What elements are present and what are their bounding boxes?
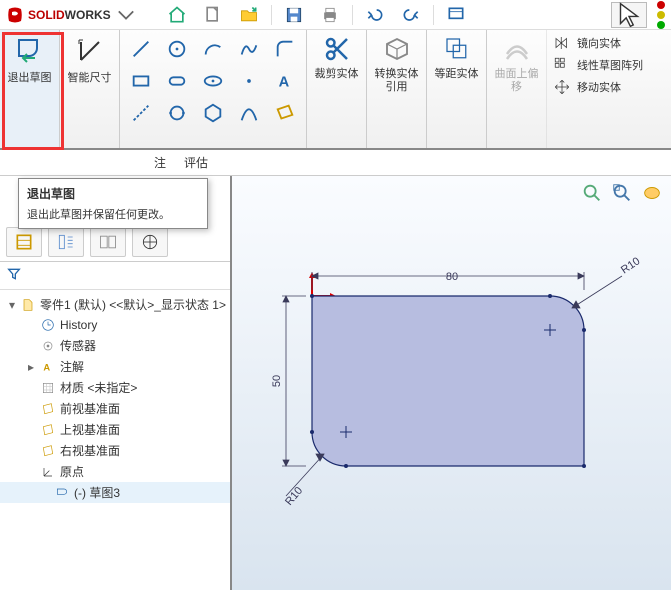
ribbon: 退出草图 智能尺寸 A 裁剪实体 转换实体引用 等距实体 曲面上偏移	[0, 30, 671, 150]
save-button[interactable]	[278, 2, 310, 28]
tree-sensors[interactable]: 传感器	[0, 335, 230, 356]
tree-right-plane[interactable]: 右视基准面	[0, 440, 230, 461]
config-manager-tab[interactable]	[90, 227, 126, 257]
new-button[interactable]	[197, 2, 229, 28]
redo-button[interactable]	[395, 2, 427, 28]
tree-history[interactable]: History	[0, 315, 230, 335]
spline-tool[interactable]	[232, 34, 266, 64]
sketch-tools-grid: A	[120, 30, 307, 148]
perimeter-circle-tool[interactable]	[160, 98, 194, 128]
feature-manager-tab[interactable]	[6, 227, 42, 257]
home-button[interactable]	[161, 2, 193, 28]
convert-button[interactable]: 转换实体引用	[367, 30, 427, 148]
circle-tool[interactable]	[160, 34, 194, 64]
right-tools: 镜向实体 线性草图阵列 移动实体	[547, 30, 649, 148]
arc-tool[interactable]	[196, 34, 230, 64]
tree-top-plane[interactable]: 上视基准面	[0, 419, 230, 440]
convert-label: 转换实体引用	[373, 68, 420, 94]
mirror-button[interactable]: 镜向实体	[553, 34, 643, 52]
ellipse-tool[interactable]	[196, 66, 230, 96]
tree-origin[interactable]: 原点	[0, 461, 230, 482]
feature-tree: ▾零件1 (默认) <<默认>_显示状态 1> History 传感器 ▸A注解…	[0, 290, 230, 507]
plane-tool[interactable]	[268, 98, 302, 128]
open-button[interactable]	[233, 2, 265, 28]
app-logo: SOLIDWORKS	[6, 6, 135, 24]
zoom-fit-icon[interactable]	[581, 182, 603, 204]
slot-tool[interactable]	[160, 66, 194, 96]
select-tool[interactable]	[611, 2, 647, 28]
line-tool[interactable]	[124, 34, 158, 64]
smart-dim-label: 智能尺寸	[68, 72, 112, 85]
parabola-tool[interactable]	[232, 98, 266, 128]
dim-width: 80	[446, 271, 458, 283]
dim-height: 50	[271, 375, 283, 387]
text-tool[interactable]: A	[268, 66, 302, 96]
linear-pattern-button[interactable]: 线性草图阵列	[553, 56, 643, 74]
svg-text:A: A	[279, 75, 290, 91]
ribbon-tabs: x 注 评估	[0, 150, 671, 176]
polygon-tool[interactable]	[196, 98, 230, 128]
tooltip-title: 退出草图	[27, 185, 199, 202]
brand-prefix: SOLID	[28, 8, 65, 22]
fillet-tool[interactable]	[268, 34, 302, 64]
filter-row[interactable]	[0, 262, 230, 290]
dim-r2: R10	[283, 485, 305, 508]
tree-root[interactable]: ▾零件1 (默认) <<默认>_显示状态 1>	[0, 294, 230, 315]
trim-label: 裁剪实体	[315, 68, 359, 81]
options-button[interactable]	[440, 2, 472, 28]
exit-sketch-label: 退出草图	[8, 72, 52, 85]
titlebar: SOLIDWORKS	[0, 0, 671, 30]
tab-evaluate[interactable]: 评估	[184, 154, 208, 171]
trim-button[interactable]: 裁剪实体	[307, 30, 367, 148]
tree-front-plane[interactable]: 前视基准面	[0, 398, 230, 419]
tree-material[interactable]: 材质 <未指定>	[0, 377, 230, 398]
status-lights	[657, 1, 665, 29]
tree-sketch3[interactable]: (-) 草图3	[0, 482, 230, 503]
centerline-tool[interactable]	[124, 98, 158, 128]
dimxpert-tab[interactable]	[132, 227, 168, 257]
exit-sketch-button[interactable]: 退出草图	[0, 30, 60, 148]
dim-r1: R10	[619, 255, 642, 276]
curve-offset-label: 曲面上偏移	[493, 68, 540, 94]
tree-annotations[interactable]: ▸A注解	[0, 356, 230, 377]
brand-suffix: WORKS	[65, 8, 111, 22]
rectangle-tool[interactable]	[124, 66, 158, 96]
print-button[interactable]	[314, 2, 346, 28]
appearance-icon[interactable]	[641, 182, 663, 204]
feature-tree-panel: ▾零件1 (默认) <<默认>_显示状态 1> History 传感器 ▸A注解…	[0, 176, 232, 590]
tooltip: 退出草图 退出此草图并保留任何更改。	[18, 178, 208, 229]
zoom-area-icon[interactable]	[611, 182, 633, 204]
chevron-down-icon[interactable]	[117, 6, 135, 24]
sketch-canvas: 80 50 R10 R10	[302, 286, 662, 606]
curve-offset-button[interactable]: 曲面上偏移	[487, 30, 547, 148]
property-manager-tab[interactable]	[48, 227, 84, 257]
tab-annotate[interactable]: 注	[154, 154, 166, 171]
offset-label: 等距实体	[435, 68, 479, 81]
undo-button[interactable]	[359, 2, 391, 28]
viewport[interactable]: 80 50 R10 R10	[232, 176, 671, 590]
smart-dimension-button[interactable]: 智能尺寸	[60, 30, 120, 148]
tooltip-body: 退出此草图并保留任何更改。	[27, 206, 199, 222]
offset-button[interactable]: 等距实体	[427, 30, 487, 148]
move-button[interactable]: 移动实体	[553, 78, 643, 96]
svg-text:A: A	[43, 362, 50, 372]
view-tools	[581, 182, 663, 204]
point-tool[interactable]	[232, 66, 266, 96]
